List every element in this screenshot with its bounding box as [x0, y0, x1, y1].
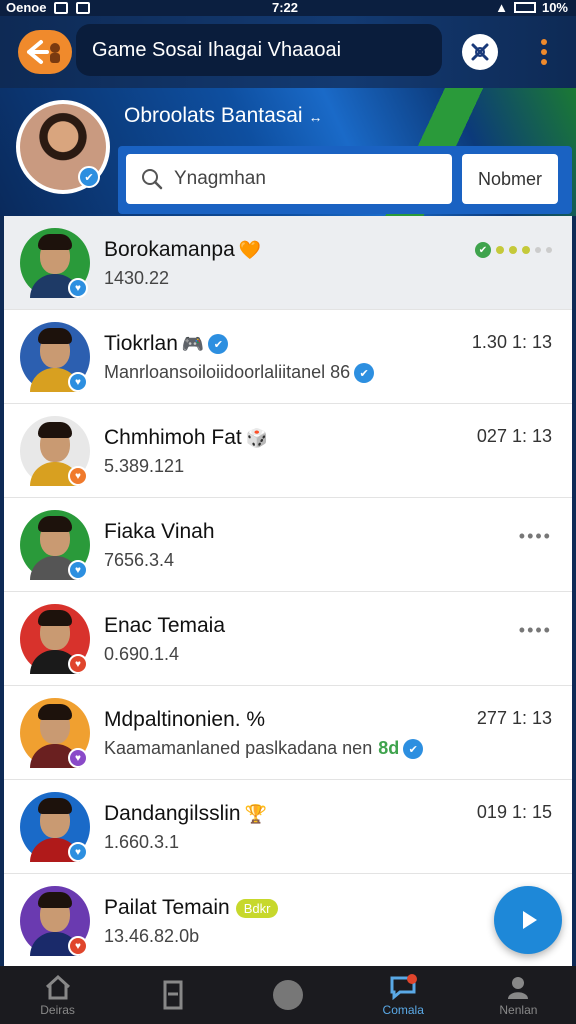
more-horizontal-icon[interactable]: ••••	[519, 526, 552, 547]
chat-name: Pailat Temain Bdkr	[104, 896, 279, 920]
status-badge-icon: ♥	[68, 842, 88, 862]
verified-icon: ✔	[354, 363, 375, 384]
chat-row[interactable]: ♥ Tiokrlan 🎮 ✔ Manrloansoiloiidoorlaliitanel…	[4, 310, 572, 404]
search-bar: Ynagmhan Nobmer	[118, 146, 572, 214]
play-fab-button[interactable]	[494, 886, 562, 954]
verified-icon: ✔	[78, 166, 100, 188]
search-button[interactable]: Nobmer	[462, 154, 558, 204]
circle-icon	[273, 980, 303, 1010]
verified-icon: ✔	[208, 334, 229, 355]
chat-row[interactable]: ♥ Mdpaltinonien. % Kaamamanlaned paslkadan…	[4, 686, 572, 780]
chat-name: Tiokrlan 🎮 ✔	[104, 332, 229, 356]
battery-level: 10%	[541, 0, 568, 15]
chat-name: Dandangilsslin 🏆	[104, 802, 268, 825]
verified-icon: ✔	[403, 739, 424, 760]
search-placeholder: Ynagmhan	[174, 168, 266, 189]
signal-icon: ▲	[495, 0, 508, 15]
chat-time: 1.30 1: 13	[471, 332, 552, 352]
chat-list: ♥ Borokamanpa 🧡 1430.22 ✔ ♥ Tiokrlan 🎮 ✔ Manrloan…	[4, 216, 572, 966]
game-icon	[471, 43, 489, 61]
chat-row[interactable]: ♥ Enac Temaia 0.690.1.4 ••••	[4, 592, 572, 686]
status-badge-icon: ♥	[68, 278, 88, 298]
status-badge-icon: ♥	[68, 748, 88, 768]
app-title: Game Sosai Ihagai Vhaaoai	[76, 24, 442, 76]
chat-subtitle: 5.389.121	[104, 456, 185, 476]
status-badge-icon: ♥	[68, 654, 88, 674]
status-badge-icon: ♥	[68, 372, 88, 392]
back-button[interactable]	[18, 30, 72, 74]
more-horizontal-icon[interactable]: ••••	[519, 620, 552, 641]
status-badge-icon: ♥	[68, 560, 88, 580]
chat-name: Borokamanpa 🧡	[104, 238, 262, 261]
nav-profile-label: Nenlan	[499, 1002, 538, 1017]
carrier-text: Oenoe	[6, 0, 47, 15]
nav-chats-label: Comala	[382, 1002, 424, 1017]
chat-time: 027 1: 13	[476, 426, 552, 446]
more-vertical-icon	[541, 39, 547, 45]
app-bar: Game Sosai Ihagai Vhaaoai	[0, 16, 576, 88]
profile-banner: ✔ Obroolats Bantasai ↔ Ynagmhan Nobmer	[0, 88, 576, 216]
chat-time: 019 1: 15	[476, 802, 552, 822]
chat-subtitle: 1.660.3.1	[104, 832, 180, 852]
chat-name: Chmhimoh Fat 🎲	[104, 426, 269, 449]
status-badge-icon: ♥	[68, 466, 88, 486]
nav-documents[interactable]	[115, 966, 230, 1024]
clock: 7:22	[272, 0, 299, 15]
chat-row[interactable]: ♥ Dandangilsslin 🏆 1.660.3.1 019 1: 15	[4, 780, 572, 874]
subtitle-extra: 8d	[378, 738, 400, 758]
chat-name: Enac Temaia	[104, 614, 226, 637]
chat-time: 277 1: 13	[476, 708, 552, 728]
play-icon	[523, 911, 537, 929]
back-arrow-icon	[27, 40, 60, 64]
chat-row[interactable]: ♥ Chmhimoh Fat 🎲 5.389.121 027 1: 13	[4, 404, 572, 498]
nav-home[interactable]: Deiras	[0, 966, 115, 1024]
chat-row[interactable]: ♥ Fiaka Vinah 7656.3.4 ••••	[4, 498, 572, 592]
notification-icon-2	[76, 1, 91, 14]
profile-icon	[508, 976, 529, 999]
document-icon	[163, 980, 183, 1010]
profile-name[interactable]: Obroolats Bantasai ↔	[124, 104, 322, 128]
chat-subtitle: Manrloansoiloiidoorlaliitanel 86 ✔	[104, 362, 375, 384]
battery-icon	[513, 2, 536, 13]
bottom-nav: Deiras Comala Nenlan	[0, 966, 576, 1024]
more-options-button[interactable]	[532, 34, 556, 70]
home-icon	[45, 974, 70, 999]
emoji-icon: 🎮	[181, 334, 205, 354]
chevron-icon: ↔	[308, 109, 323, 125]
status-badge-icon: ♥	[68, 936, 88, 956]
chat-subtitle: 13.46.82.0b	[104, 926, 200, 946]
nav-home-label: Deiras	[40, 1002, 75, 1017]
chat-subtitle: 7656.3.4	[104, 550, 175, 570]
emoji-icon: 🧡	[238, 240, 262, 260]
chat-row[interactable]: ♥Pailat TemainBdkr13.46.82.0b035	[4, 874, 572, 966]
emoji-icon: 🎲	[245, 428, 269, 448]
profile-avatar[interactable]: ✔	[16, 100, 110, 194]
nav-chats[interactable]: Comala	[346, 966, 461, 1024]
nav-profile[interactable]: Nenlan	[461, 966, 576, 1024]
chat-name: Fiaka Vinah	[104, 520, 215, 543]
emoji-icon: 🏆	[244, 804, 268, 824]
search-input[interactable]: Ynagmhan	[126, 154, 452, 204]
game-button[interactable]	[462, 34, 498, 70]
chat-subtitle: Kaamamanlaned paslkadana nen 8d ✔	[104, 738, 424, 760]
search-icon	[142, 169, 163, 190]
chat-subtitle: 0.690.1.4	[104, 644, 180, 664]
chat-subtitle: 1430.22	[104, 268, 170, 288]
chat-name: Mdpaltinonien. %	[104, 708, 266, 731]
notification-icon	[54, 1, 69, 14]
status-bar: Oenoe 7:22 ▲ 10%	[0, 0, 576, 16]
nav-center[interactable]	[230, 966, 345, 1024]
check-icon: ✔	[475, 242, 491, 258]
chat-row[interactable]: ♥ Borokamanpa 🧡 1430.22 ✔	[4, 216, 572, 310]
online-status-indicator: ✔	[475, 242, 552, 258]
tag-badge: Bdkr	[235, 898, 279, 918]
